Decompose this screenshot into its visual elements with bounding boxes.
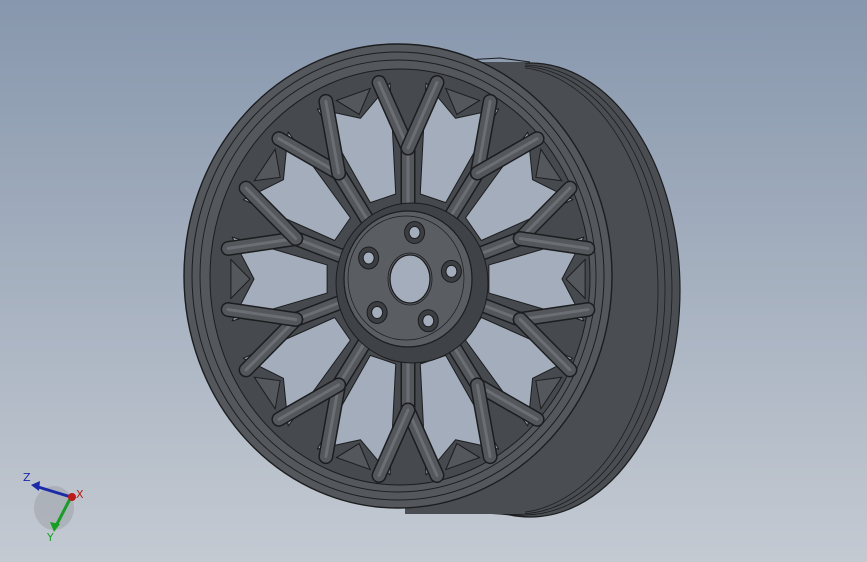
lug-hole	[362, 251, 375, 265]
x-axis-dot	[68, 493, 76, 501]
lug-hole	[408, 226, 421, 240]
y-axis-label: Y	[46, 531, 54, 544]
x-axis-label: X	[76, 488, 84, 501]
lug-hole	[422, 314, 435, 328]
z-axis-label: Z	[23, 471, 31, 484]
wheel-rim-model[interactable]	[0, 0, 867, 562]
center-bore	[389, 254, 431, 304]
graphics-viewport[interactable]: Z X Y	[0, 0, 867, 562]
orientation-triad[interactable]: Z X Y	[14, 464, 94, 544]
lug-hole	[371, 305, 384, 319]
lug-hole	[445, 264, 458, 278]
z-axis-arrow	[31, 481, 40, 491]
center-hub	[335, 202, 489, 364]
